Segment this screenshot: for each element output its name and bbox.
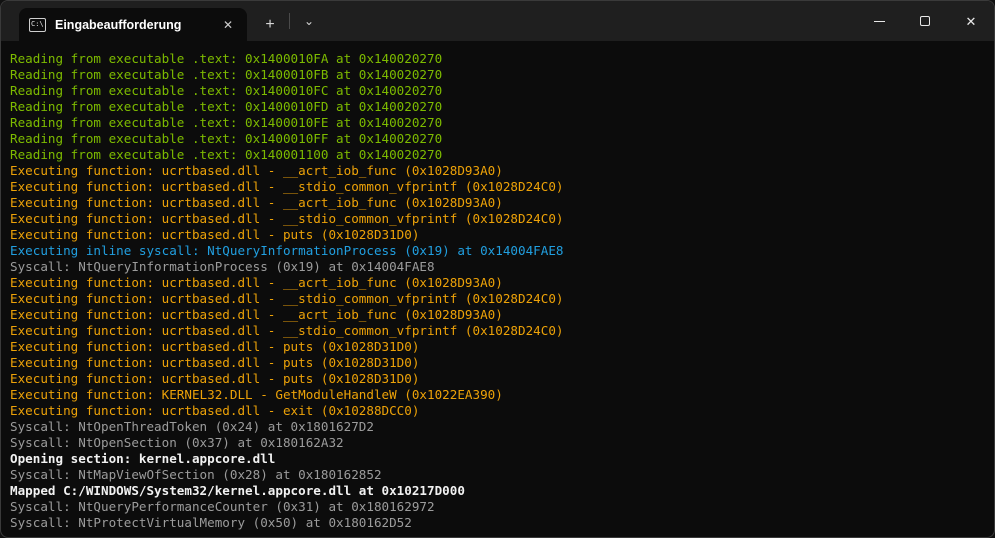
tab-close-icon[interactable]: ✕ xyxy=(217,14,239,36)
terminal-line: Executing function: ucrtbased.dll - exit… xyxy=(10,403,986,419)
terminal-line: Executing function: ucrtbased.dll - __st… xyxy=(10,211,986,227)
terminal-line: Executing function: ucrtbased.dll - __ac… xyxy=(10,275,986,291)
tab-eingabeaufforderung[interactable]: C:\ Eingabeaufforderung ✕ xyxy=(19,8,247,41)
terminal-line: Reading from executable .text: 0x1400010… xyxy=(10,67,986,83)
terminal-output[interactable]: Reading from executable .text: 0x1400010… xyxy=(1,41,994,531)
terminal-line: Reading from executable .text: 0x1400010… xyxy=(10,131,986,147)
maximize-icon xyxy=(920,16,930,26)
terminal-line: Executing function: ucrtbased.dll - puts… xyxy=(10,371,986,387)
new-tab-button[interactable]: + xyxy=(253,8,287,41)
minimize-button[interactable] xyxy=(856,1,902,41)
close-icon: ✕ xyxy=(966,15,977,28)
terminal-line: Reading from executable .text: 0x1400010… xyxy=(10,83,986,99)
terminal-window: C:\ Eingabeaufforderung ✕ + ⌄ ✕ Reading … xyxy=(0,0,995,538)
terminal-line: Reading from executable .text: 0x1400011… xyxy=(10,147,986,163)
terminal-line: Executing function: ucrtbased.dll - __st… xyxy=(10,179,986,195)
terminal-line: Opening section: kernel.appcore.dll xyxy=(10,451,986,467)
maximize-button[interactable] xyxy=(902,1,948,41)
terminal-line: Syscall: NtOpenThreadToken (0x24) at 0x1… xyxy=(10,419,986,435)
terminal-line: Executing function: ucrtbased.dll - __ac… xyxy=(10,195,986,211)
terminal-line: Executing function: ucrtbased.dll - puts… xyxy=(10,355,986,371)
window-controls: ✕ xyxy=(856,1,994,41)
terminal-line: Syscall: NtQueryPerformanceCounter (0x31… xyxy=(10,499,986,515)
tab-title: Eingabeaufforderung xyxy=(55,18,217,32)
command-prompt-icon: C:\ xyxy=(29,18,46,32)
title-bar: C:\ Eingabeaufforderung ✕ + ⌄ ✕ xyxy=(1,1,994,41)
terminal-line: Executing function: KERNEL32.DLL - GetMo… xyxy=(10,387,986,403)
terminal-line: Syscall: NtOpenSection (0x37) at 0x18016… xyxy=(10,435,986,451)
terminal-line: Reading from executable .text: 0x1400010… xyxy=(10,99,986,115)
terminal-line: Syscall: NtQueryInformationProcess (0x19… xyxy=(10,259,986,275)
terminal-line: Mapped C:/WINDOWS/System32/kernel.appcor… xyxy=(10,483,986,499)
terminal-line: Reading from executable .text: 0x1400010… xyxy=(10,51,986,67)
terminal-line: Executing function: ucrtbased.dll - __st… xyxy=(10,291,986,307)
terminal-line: Executing function: ucrtbased.dll - puts… xyxy=(10,339,986,355)
terminal-line: Reading from executable .text: 0x1400010… xyxy=(10,115,986,131)
terminal-line: Executing inline syscall: NtQueryInforma… xyxy=(10,243,986,259)
terminal-line: Executing function: ucrtbased.dll - __ac… xyxy=(10,163,986,179)
tabbar-divider xyxy=(289,13,290,29)
terminal-line: Syscall: NtMapViewOfSection (0x28) at 0x… xyxy=(10,467,986,483)
minimize-icon xyxy=(874,21,885,22)
terminal-line: Executing function: ucrtbased.dll - __st… xyxy=(10,323,986,339)
terminal-line: Executing function: ucrtbased.dll - __ac… xyxy=(10,307,986,323)
terminal-line: Syscall: NtProtectVirtualMemory (0x50) a… xyxy=(10,515,986,531)
terminal-line: Executing function: ucrtbased.dll - puts… xyxy=(10,227,986,243)
tab-dropdown-button[interactable]: ⌄ xyxy=(292,4,326,41)
close-button[interactable]: ✕ xyxy=(948,1,994,41)
